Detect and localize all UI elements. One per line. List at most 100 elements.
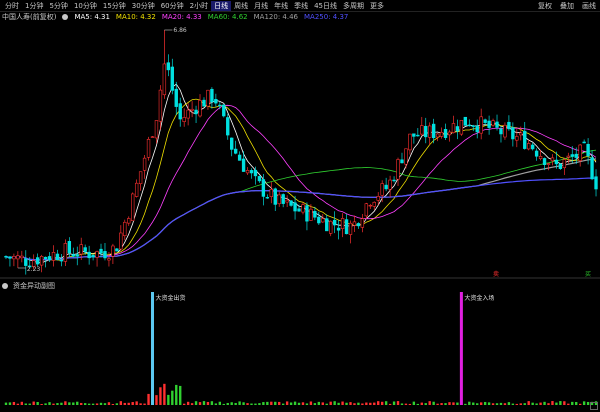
ma-line-MA250 — [5, 177, 597, 261]
candle-body-16 — [67, 241, 72, 254]
candle-body-13 — [55, 253, 60, 261]
candle-body-141 — [562, 159, 567, 169]
indicator-bar-146 — [582, 401, 586, 405]
candle-body-123 — [491, 120, 495, 126]
candle-body-15 — [63, 243, 68, 262]
indicator-bar-118 — [472, 402, 475, 405]
indicator-bars: 大资金出货 大资金入场 — [4, 292, 598, 405]
indicator-bar-134 — [535, 403, 538, 405]
indicator-bar-48 — [194, 401, 198, 405]
indicator-bar-132 — [527, 401, 530, 405]
indicator-bar-104 — [416, 403, 420, 405]
candle-body-2 — [12, 256, 16, 260]
candle-body-64 — [257, 176, 262, 182]
candle-body-86 — [344, 219, 349, 235]
candle-body-85 — [340, 218, 345, 229]
indicator-bar-25 — [103, 403, 107, 405]
candle-body-34 — [138, 171, 143, 185]
indicator-bar-44 — [179, 385, 182, 405]
indicator-bar-102 — [408, 403, 412, 405]
candle-body-147 — [586, 143, 590, 157]
indicator-bar-70 — [281, 403, 285, 405]
indicator-bar-22 — [91, 403, 95, 405]
indicator-bar-56 — [226, 402, 229, 405]
indicator-bar-105 — [420, 402, 423, 405]
candle-body-143 — [570, 154, 574, 157]
candle-body-75 — [301, 204, 305, 213]
indicator-bar-74 — [297, 402, 301, 405]
indicator-bar-100 — [400, 403, 404, 405]
candle-body-74 — [297, 208, 301, 212]
indicator-bar-125 — [499, 402, 503, 405]
candle-body-81 — [325, 218, 329, 232]
indicator-bar-68 — [274, 401, 277, 405]
candle-body-37 — [150, 136, 155, 138]
candle-body-51 — [206, 89, 210, 107]
candle-body-39 — [158, 89, 163, 122]
indicator-bar-97 — [388, 403, 392, 405]
indicator-bar-138 — [551, 401, 554, 405]
indicator-bar-93 — [373, 402, 376, 405]
candle-body-18 — [75, 254, 79, 257]
candle-body-21 — [87, 251, 91, 259]
indicator-bar-103 — [412, 401, 416, 405]
candle-body-88 — [352, 221, 357, 226]
indicator-bar-5 — [24, 403, 27, 405]
candle-body-30 — [123, 221, 127, 237]
indicator-bar-99 — [396, 401, 400, 405]
candle-body-124 — [495, 121, 499, 128]
indicator-bar-43 — [175, 384, 178, 405]
candle-body-22 — [91, 254, 95, 258]
indicator-bar-94 — [377, 401, 380, 405]
candle-body-32 — [131, 193, 135, 222]
candle-body-106 — [424, 125, 428, 138]
maximize-icon[interactable] — [590, 402, 598, 410]
high-label: 6.86 — [173, 27, 187, 34]
indicator-bar-78 — [313, 403, 317, 405]
candle-body-80 — [321, 218, 325, 223]
indicator-bar-51 — [206, 401, 210, 405]
ma-line-MA120 — [5, 158, 597, 261]
candle-body-97 — [388, 179, 392, 190]
indicator-bar-41 — [167, 394, 170, 405]
candle-body-63 — [253, 169, 258, 177]
candle-body-47 — [190, 108, 194, 111]
candle-body-127 — [507, 121, 511, 130]
buy-marker: 买 — [585, 270, 591, 278]
chart-annotations: 6.86 2.23 卖 买 — [17, 27, 591, 278]
indicator-bar-122 — [487, 402, 491, 405]
kline-chart[interactable]: 6.86 2.23 卖 买 大资金出货 大资金入场 — [0, 0, 600, 412]
candle-body-65 — [261, 179, 266, 197]
indicator-bar-9 — [40, 403, 43, 405]
candle-body-31 — [127, 218, 131, 224]
candle-body-14 — [59, 259, 64, 262]
indicator-bar-83 — [333, 401, 336, 405]
signal-label-0: 大资金出货 — [156, 294, 186, 302]
indicator-bar-127 — [507, 402, 511, 405]
indicator-bar-31 — [127, 402, 130, 405]
indicator-bar-71 — [285, 401, 289, 405]
indicator-bar-108 — [432, 401, 435, 405]
candle-body-57 — [230, 137, 234, 150]
indicator-bar-61 — [246, 403, 249, 405]
candle-body-27 — [111, 245, 115, 257]
candle-body-133 — [530, 144, 535, 150]
candle-body-132 — [527, 143, 531, 150]
indicator-bar-126 — [503, 403, 507, 405]
ma-line-MA60 — [5, 149, 597, 261]
candle-body-73 — [293, 202, 297, 212]
candle-body-40 — [162, 63, 167, 96]
indicator-bar-110 — [440, 403, 443, 405]
candle-body-137 — [546, 163, 551, 165]
indicator-bar-87 — [349, 402, 352, 405]
indicator-bar-30 — [123, 402, 126, 405]
candle-body-45 — [182, 117, 186, 122]
indicator-bar-1 — [8, 402, 12, 405]
candle-body-61 — [245, 170, 250, 174]
candle-body-58 — [233, 148, 238, 154]
indicator-bar-106 — [424, 403, 427, 405]
candle-body-42 — [170, 66, 174, 91]
candle-body-128 — [511, 127, 515, 140]
candle-body-134 — [534, 150, 539, 157]
candle-body-44 — [178, 103, 182, 120]
